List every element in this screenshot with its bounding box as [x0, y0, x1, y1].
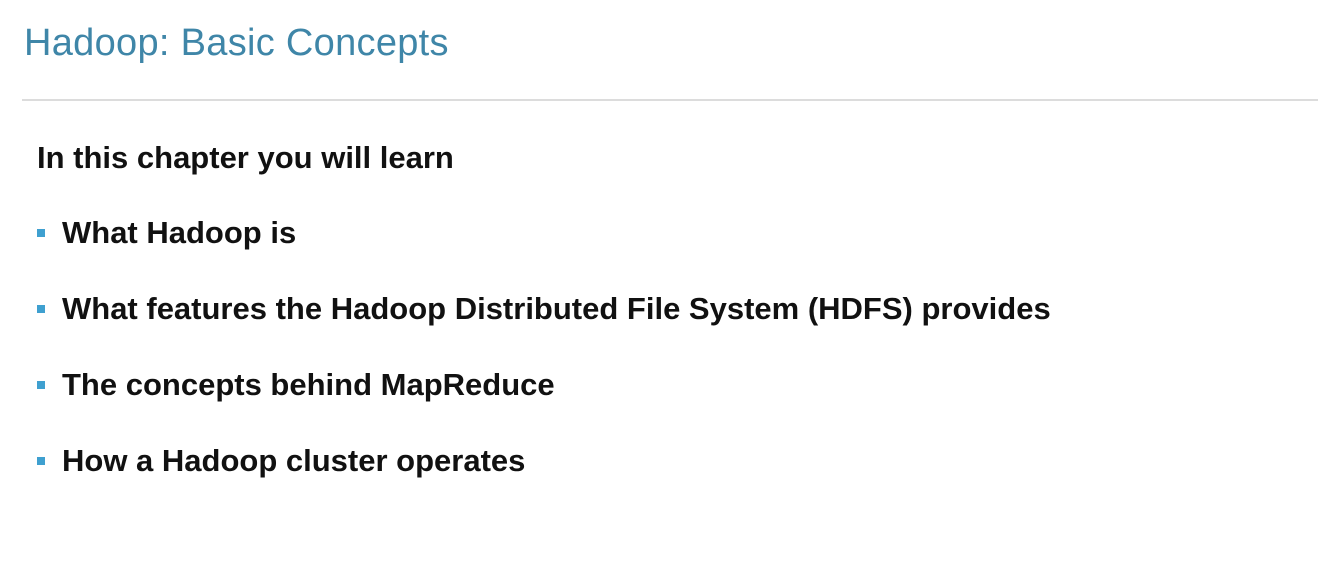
bullet-text: How a Hadoop cluster operates [62, 443, 526, 478]
bullet-text: The concepts behind MapReduce [62, 367, 555, 402]
bullet-item: The concepts behind MapReduce [37, 366, 1051, 442]
bullet-list: What Hadoop is What features the Hadoop … [37, 214, 1051, 518]
title-divider [22, 99, 1318, 101]
bullet-item: How a Hadoop cluster operates [37, 442, 1051, 518]
square-bullet-icon [37, 305, 45, 313]
square-bullet-icon [37, 229, 45, 237]
square-bullet-icon [37, 457, 45, 465]
bullet-text: What features the Hadoop Distributed Fil… [62, 291, 1051, 326]
square-bullet-icon [37, 381, 45, 389]
bullet-text: What Hadoop is [62, 215, 297, 250]
bullet-item: What features the Hadoop Distributed Fil… [37, 290, 1051, 366]
slide: Hadoop: Basic Concepts In this chapter y… [0, 0, 1337, 563]
bullet-item: What Hadoop is [37, 214, 1051, 290]
slide-title: Hadoop: Basic Concepts [24, 22, 449, 64]
intro-text: In this chapter you will learn [37, 140, 454, 175]
